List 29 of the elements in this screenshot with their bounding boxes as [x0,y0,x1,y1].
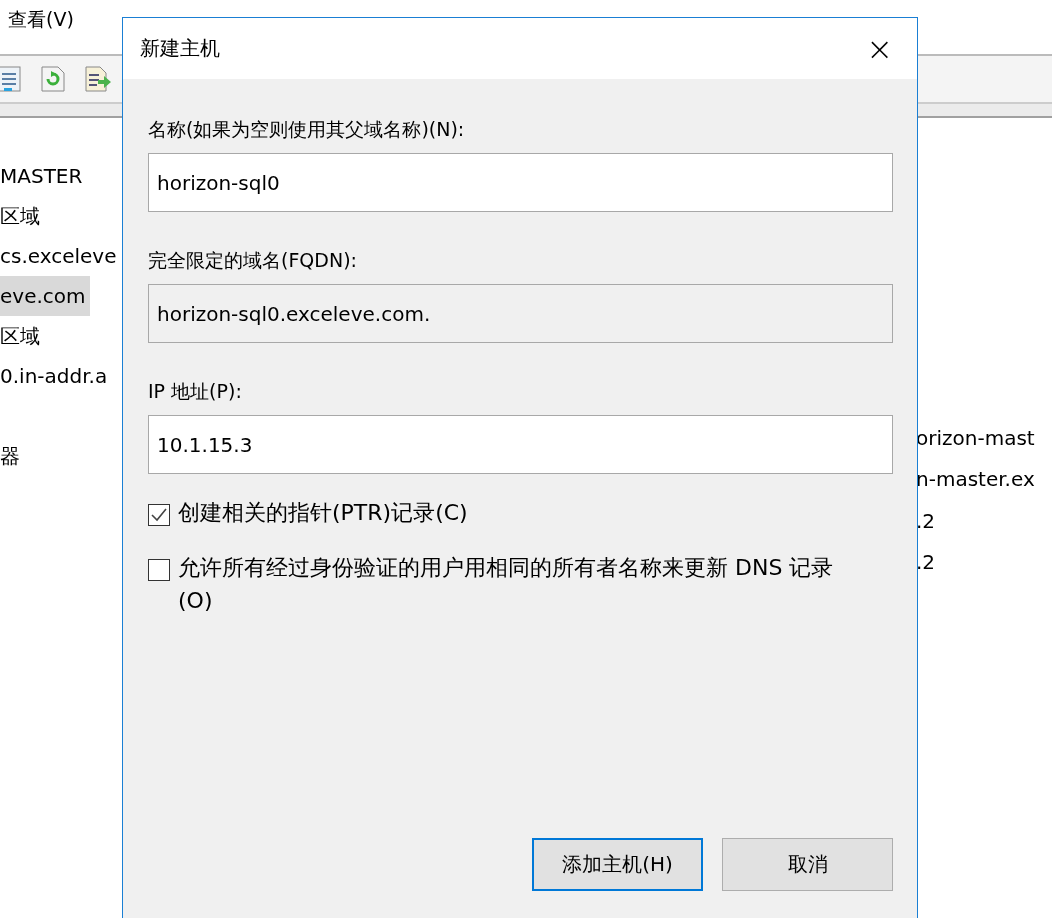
export-list-icon[interactable] [84,65,112,93]
tree-item[interactable]: cs.exceleve [0,236,121,276]
checkbox-label: 创建相关的指针(PTR)记录(C) [178,499,469,527]
list-item[interactable]: orizon-mast [916,417,1035,459]
checkbox[interactable] [148,559,170,581]
dialog-title: 新建主机 [140,35,220,62]
tree-item[interactable]: 器 [0,436,24,476]
refresh-icon[interactable] [40,65,66,93]
dialog-button[interactable]: 取消 [722,838,893,891]
text-field[interactable]: 10.1.15.3 [148,415,893,474]
tree-item[interactable]: 区域 [0,196,44,236]
tree-item[interactable]: 区域 [0,316,44,356]
tree-item[interactable]: eve.com [0,276,90,316]
field-label: 名称(如果为空则使用其父域名称)(N): [148,117,466,142]
list-item[interactable]: n-master.ex [916,458,1035,500]
checkbox[interactable] [148,504,170,526]
list-view-icon[interactable] [0,65,22,93]
list-item[interactable]: .2 [916,541,1035,583]
checkbox-label: 允许所有经过身份验证的用户用相同的所有者名称来更新 DNS 记录(O) [178,554,835,615]
dialog-button[interactable]: 添加主机(H) [532,838,703,891]
text-field[interactable]: horizon-sql0 [148,153,893,212]
list-item[interactable]: .2 [916,500,1035,542]
field-label: IP 地址(P): [148,379,243,404]
close-button[interactable]: × [862,32,897,65]
tree-item[interactable]: 0.in-addr.a [0,356,112,396]
tree-item[interactable]: MASTER [0,156,87,196]
field-label: 完全限定的域名(FQDN): [148,248,358,273]
menu-item[interactable]: 查看(V) [8,7,74,33]
text-field[interactable]: horizon-sql0.exceleve.com. [148,284,893,343]
